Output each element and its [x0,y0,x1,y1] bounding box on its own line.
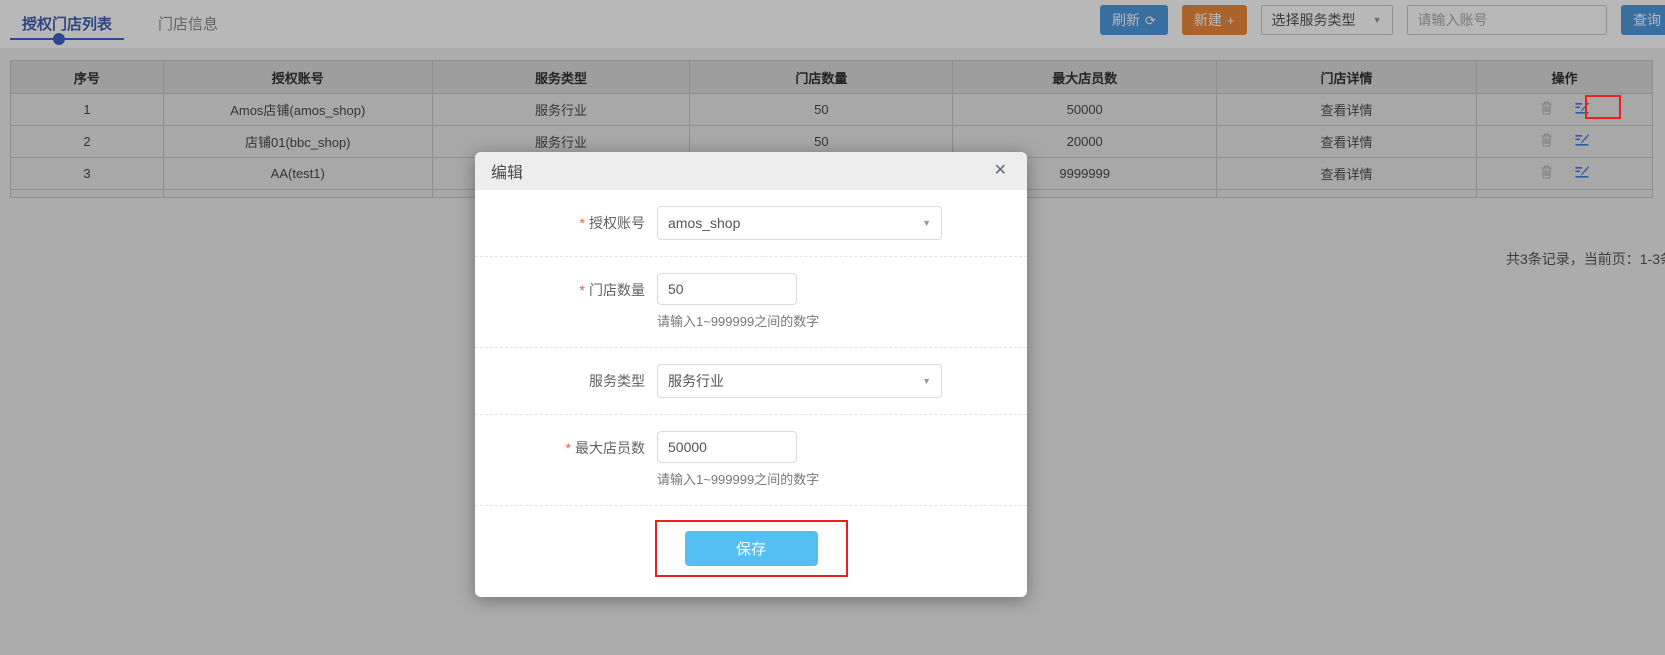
required-asterisk: * [579,282,585,298]
modal-field-row: *门店数量 ▼ 请输入1~999999之间的数字 [475,256,1027,347]
chevron-down-icon: ▼ [922,376,931,386]
field-hint: 请输入1~999999之间的数字 [657,472,820,487]
modal-field-row: *最大店员数 ▼ 请输入1~999999之间的数字 [475,414,1027,505]
close-icon[interactable]: ✕ [994,161,1007,181]
chevron-down-icon: ▼ [922,218,931,228]
modal-header: 编辑 ✕ [475,152,1027,190]
modal-title: 编辑 [491,165,524,182]
field-select[interactable]: amos_shop ▼ [657,206,942,240]
edit-modal: 编辑 ✕ *授权账号 amos_shop ▼ *门店数量 ▼ 请输入1~9999… [475,152,1027,597]
modal-field-row: * 授权账号 amos_shop ▼ [475,190,1027,256]
required-asterisk: * [579,215,585,231]
modal-footer: 保存 [475,505,1027,597]
modal-field-row: *服务类型 服务行业 ▼ [475,347,1027,414]
field-label: 门店数量 [589,282,645,298]
field-select[interactable]: 服务行业 ▼ [657,364,942,398]
field-label: 授权账号 [589,215,645,231]
select-value: 服务行业 [668,373,724,389]
modal-fields: *授权账号 amos_shop ▼ *门店数量 ▼ 请输入1~999999之间的… [475,190,1027,505]
field-input[interactable] [657,273,797,305]
field-label: 最大店员数 [575,440,645,456]
annotation-box-save-button: 保存 [654,520,848,577]
select-value: amos_shop [668,215,741,231]
field-label: 服务类型 [589,373,645,389]
annotation-box-edit-icon [1585,95,1621,119]
save-button[interactable]: 保存 [684,531,818,566]
field-input[interactable] [657,431,797,463]
required-asterisk: * [565,440,571,456]
field-hint: 请输入1~999999之间的数字 [657,314,820,329]
